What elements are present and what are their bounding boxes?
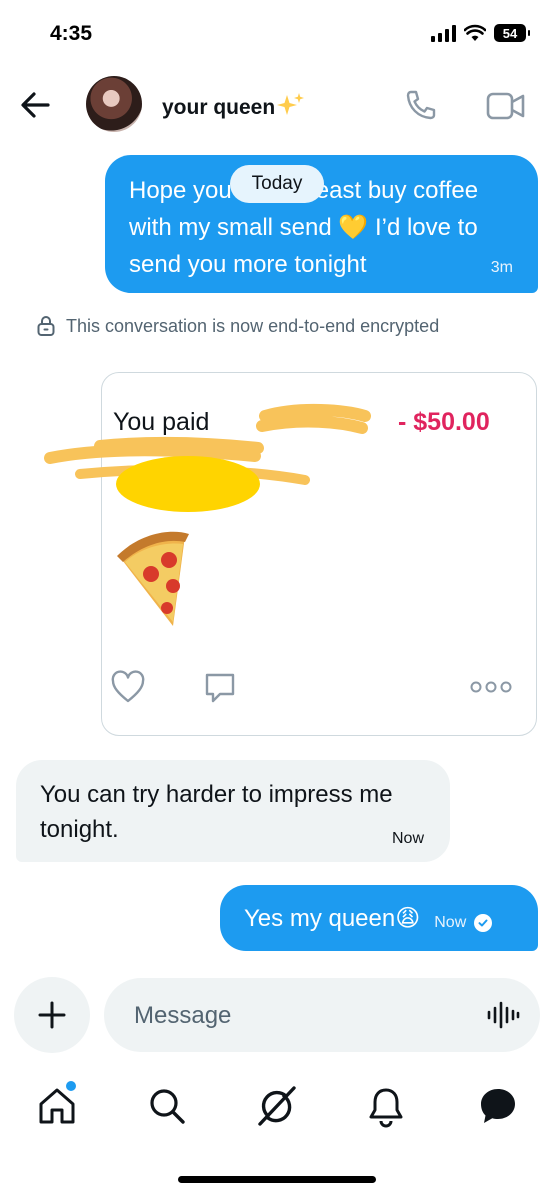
pizza-emoji-icon (117, 531, 189, 626)
video-call-icon[interactable] (486, 90, 526, 122)
message-text: Yes my queen😩 (244, 904, 421, 932)
encryption-notice: This conversation is now end-to-end encr… (36, 315, 439, 337)
cellular-signal-icon (431, 24, 456, 42)
read-check-icon (474, 914, 493, 932)
battery-icon: 54 (494, 24, 530, 42)
notification-dot (64, 1079, 78, 1093)
contact-name[interactable]: your queen (162, 92, 305, 120)
status-icons: 54 (431, 24, 530, 42)
lock-icon (37, 316, 55, 336)
reply-bubble-icon[interactable] (202, 670, 238, 706)
payment-amount: - $50.00 (398, 408, 490, 436)
sparkles-icon (277, 93, 305, 115)
date-chip: Today (230, 165, 324, 203)
message-input[interactable] (132, 998, 466, 1034)
message-text: You can try harder to impress me tonight… (40, 781, 393, 843)
search-icon[interactable] (145, 1084, 189, 1128)
plus-icon (38, 1001, 66, 1029)
encryption-text: This conversation is now end-to-end encr… (66, 315, 440, 336)
message-time: 3m (490, 259, 513, 276)
message-time: Now (391, 830, 424, 847)
status-time: 4:35 (50, 22, 93, 45)
like-heart-icon[interactable] (110, 670, 146, 704)
incoming-message-bubble[interactable]: You can try harder to impress me tonight… (16, 760, 450, 862)
avatar[interactable] (86, 76, 142, 132)
messages-icon[interactable] (476, 1084, 520, 1128)
more-options-icon[interactable] (470, 680, 512, 694)
back-arrow-icon[interactable] (18, 88, 52, 122)
wifi-icon (464, 24, 486, 41)
redaction-scribble (44, 403, 371, 512)
message-composer[interactable] (104, 978, 540, 1052)
home-indicator[interactable] (178, 1176, 376, 1183)
notifications-bell-icon[interactable] (364, 1084, 408, 1128)
phone-call-icon[interactable] (404, 88, 438, 122)
message-time: Now (434, 914, 467, 931)
outgoing-message-bubble[interactable]: Yes my queen😩 Now (220, 885, 538, 951)
add-attachment-button[interactable] (14, 977, 90, 1053)
voice-message-icon[interactable] (486, 1000, 520, 1030)
grok-icon[interactable] (254, 1084, 298, 1128)
